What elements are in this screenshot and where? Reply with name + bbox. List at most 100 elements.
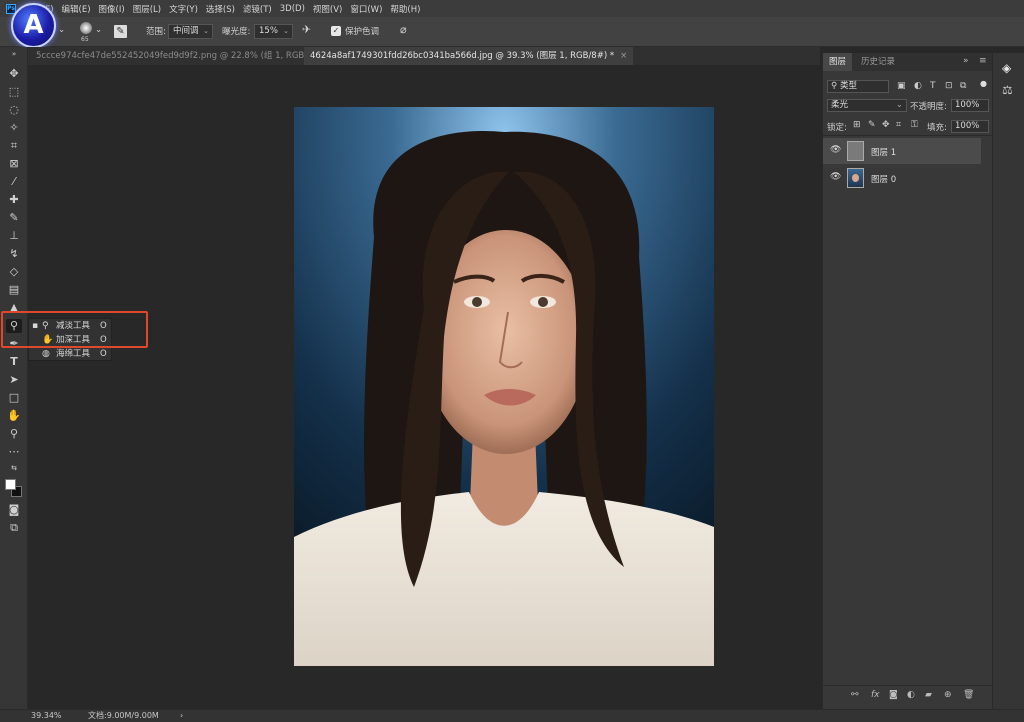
airbrush-icon[interactable]: ✈: [302, 23, 311, 36]
lock-position-icon[interactable]: ✥: [882, 120, 890, 130]
sponge-tool-menu-item[interactable]: ◍ 海绵工具 O: [29, 348, 111, 361]
menu-edit[interactable]: 编辑(E): [58, 3, 95, 15]
more-tools-icon[interactable]: ⋯: [6, 445, 22, 459]
tool-preset-chevron-icon[interactable]: ⌄: [58, 25, 65, 35]
panel-icon-strip: ◈ ⚖: [992, 53, 1024, 709]
range-select[interactable]: 中间调 ⌄: [168, 24, 213, 39]
exposure-input[interactable]: 15% ⌄: [254, 24, 293, 39]
zoom-tool-icon[interactable]: ⚲: [6, 427, 22, 441]
chevron-down-icon: ⌄: [895, 100, 903, 110]
eraser-tool-icon[interactable]: ◇: [6, 265, 22, 279]
layer-row-1[interactable]: 👁 图层 1: [823, 138, 981, 164]
gradient-tool-icon[interactable]: ▤: [6, 283, 22, 297]
lock-label: 锁定:: [827, 123, 847, 133]
layer-row-0[interactable]: 👁 图层 0: [823, 165, 981, 191]
eyedropper-tool-icon[interactable]: ⁄: [6, 175, 22, 189]
add-mask-icon[interactable]: ◙: [889, 690, 898, 700]
lock-all-icon[interactable]: ⚿: [911, 120, 918, 130]
eye-icon[interactable]: 👁: [830, 172, 841, 182]
layers-panel-icon[interactable]: ◈: [1002, 61, 1011, 75]
brush-preview-icon[interactable]: [80, 22, 92, 34]
filter-toggle-icon[interactable]: ●: [980, 79, 987, 88]
menu-view[interactable]: 视图(V): [309, 3, 346, 15]
clone-stamp-tool-icon[interactable]: ⊥: [6, 229, 22, 243]
panel-menu-icon[interactable]: ≡: [979, 56, 987, 66]
frame-tool-icon[interactable]: ⊠: [6, 157, 22, 171]
collapse-panel-icon[interactable]: »: [963, 56, 969, 66]
document-tab-2[interactable]: 4624a8af1749301fdd26bc0341ba566d.jpg @ 3…: [304, 47, 634, 65]
annotation-highlight-box: [1, 311, 148, 348]
fill-input[interactable]: 100%: [951, 120, 989, 133]
exposure-label: 曝光度:: [222, 27, 251, 37]
portrait-photo[interactable]: [294, 107, 714, 666]
brush-tool-icon[interactable]: ✎: [6, 211, 22, 225]
quick-select-tool-icon[interactable]: ✧: [6, 121, 22, 135]
eye-icon[interactable]: 👁: [830, 145, 841, 155]
link-layers-icon[interactable]: ⚯: [851, 690, 859, 700]
path-select-tool-icon[interactable]: ➤: [6, 373, 22, 387]
zoom-level[interactable]: 39.34%: [31, 710, 62, 722]
foreground-color-swatch[interactable]: [5, 479, 16, 490]
history-brush-tool-icon[interactable]: ↯: [6, 247, 22, 261]
healing-brush-tool-icon[interactable]: ✚: [6, 193, 22, 207]
document-size: 文档:9.00M/9.00M: [88, 711, 159, 720]
blend-mode-select[interactable]: 柔光 ⌄: [827, 99, 907, 112]
trash-icon[interactable]: 🗑: [963, 690, 974, 700]
protect-tones-label: 保护色调: [345, 27, 380, 37]
search-icon: ⚲: [831, 81, 840, 91]
filter-smart-object-icon[interactable]: ⧉: [960, 81, 966, 91]
hand-tool-icon[interactable]: ✋: [6, 409, 22, 423]
move-tool-icon[interactable]: ✥: [6, 67, 22, 81]
status-menu-chevron-icon[interactable]: ›: [180, 710, 183, 722]
filter-type-icon[interactable]: T: [930, 81, 936, 91]
new-layer-icon[interactable]: ⊕: [944, 690, 952, 700]
lasso-tool-icon[interactable]: ◌: [6, 103, 22, 117]
crop-tool-icon[interactable]: ⌗: [6, 139, 22, 153]
fx-icon[interactable]: fx: [871, 690, 880, 700]
filter-adjustment-icon[interactable]: ◐: [914, 81, 922, 91]
lock-artboard-icon[interactable]: ⌗: [896, 120, 901, 130]
menu-select[interactable]: 选择(S): [202, 3, 239, 15]
marquee-tool-icon[interactable]: ⬚: [6, 85, 22, 99]
tab-layers[interactable]: 图层: [823, 53, 853, 71]
rectangle-tool-icon[interactable]: □: [6, 391, 22, 405]
layers-panel: 图层 历史记录 » ≡ ⚲ 类型 ▣ ◐ T ⊡ ⧉ ● 柔光 ⌄ 不透明度: 1…: [822, 53, 993, 709]
chevron-down-icon: ⌄: [283, 27, 289, 35]
layer-filter-select[interactable]: ⚲ 类型: [827, 80, 889, 93]
menu-3d[interactable]: 3D(D): [276, 4, 309, 14]
swap-colors-icon[interactable]: ⇆: [6, 461, 22, 475]
tools-panel: » ✥ ⬚ ◌ ✧ ⌗ ⊠ ⁄ ✚ ✎ ⊥ ↯ ◇ ▤ ▲ ⚲ ✒ T ➤ □ …: [0, 47, 28, 709]
status-bar: 39.34% 文档:9.00M/9.00M ›: [0, 709, 1024, 722]
tab-history[interactable]: 历史记录: [855, 53, 901, 71]
fill-label: 填充:: [927, 123, 947, 133]
menu-help[interactable]: 帮助(H): [386, 3, 424, 15]
document-tab-bar: 5ccce974cfe47de552452049fed9d9f2.png @ 2…: [28, 47, 820, 65]
panel-bottom-divider: [823, 685, 993, 686]
opacity-input[interactable]: 100%: [951, 99, 989, 112]
brush-picker-chevron-icon[interactable]: ⌄: [95, 25, 102, 35]
new-group-icon[interactable]: ▰: [925, 690, 932, 700]
menu-image[interactable]: 图像(I): [95, 3, 129, 15]
adjustment-layer-icon[interactable]: ◐: [907, 690, 915, 700]
lock-transparent-icon[interactable]: ⊞: [853, 120, 861, 130]
layer-thumbnail: [847, 141, 864, 161]
menu-window[interactable]: 窗口(W): [346, 3, 386, 15]
brush-settings-icon[interactable]: ✎: [114, 25, 127, 38]
pressure-icon[interactable]: ⌀: [400, 23, 407, 36]
adjustments-panel-icon[interactable]: ⚖: [1002, 83, 1013, 97]
filter-shape-icon[interactable]: ⊡: [945, 81, 953, 91]
protect-tones-checkbox[interactable]: ✓: [331, 26, 341, 36]
screen-mode-icon[interactable]: ⧉: [6, 521, 22, 535]
lock-image-icon[interactable]: ✎: [868, 120, 876, 130]
menu-bar: Ps 文件(F) 编辑(E) 图像(I) 图层(L) 文字(Y) 选择(S) 滤…: [0, 0, 1024, 17]
type-tool-icon[interactable]: T: [6, 355, 22, 369]
document-tab-1[interactable]: 5ccce974cfe47de552452049fed9d9f2.png @ 2…: [30, 47, 342, 65]
collapse-toolbar-icon[interactable]: »: [6, 47, 22, 61]
close-icon[interactable]: ×: [620, 51, 627, 61]
layer-thumbnail: [847, 168, 864, 188]
filter-pixel-icon[interactable]: ▣: [897, 81, 906, 91]
menu-filter[interactable]: 滤镜(T): [239, 3, 276, 15]
menu-type[interactable]: 文字(Y): [165, 3, 202, 15]
quick-mask-icon[interactable]: ◙: [6, 503, 22, 517]
menu-layer[interactable]: 图层(L): [129, 3, 165, 15]
